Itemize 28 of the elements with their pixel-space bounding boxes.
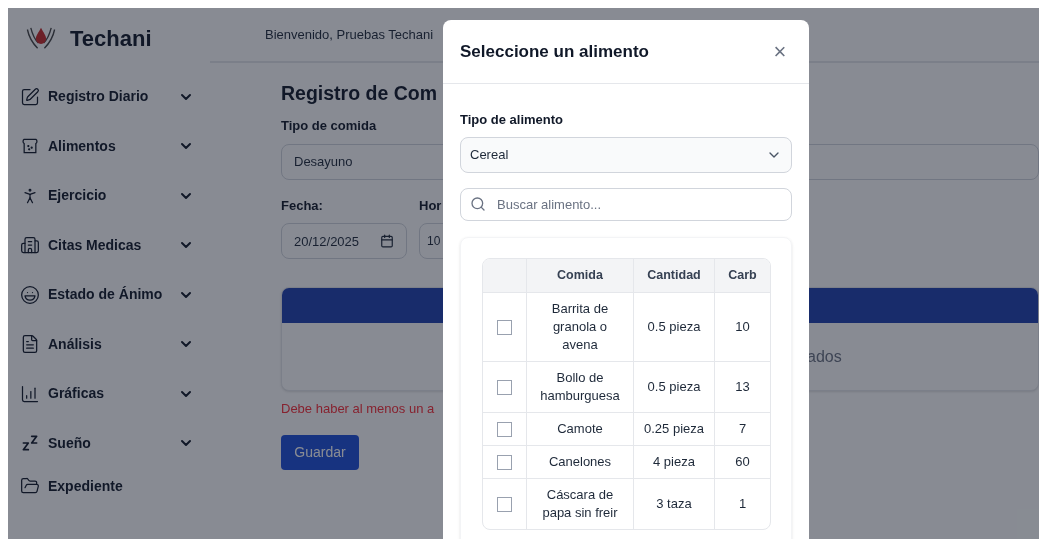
table-cell: 3 taza	[633, 477, 714, 529]
field-label: Hor	[419, 196, 442, 215]
table-cell: 1	[714, 477, 770, 529]
column-header: Carb	[714, 258, 770, 292]
modal-title: Seleccione un alimento	[460, 40, 649, 63]
page-title: Registro de Com	[281, 81, 439, 106]
table-cell: 0.5 pieza	[633, 291, 714, 361]
error-text: Debe haber al menos un a	[281, 400, 435, 419]
brand-name: Techani	[70, 24, 152, 53]
table-cell: Cáscara de papa sin freir	[526, 477, 633, 529]
field-label: Fecha:	[281, 196, 323, 215]
table-cell: 4 pieza	[633, 444, 714, 478]
table-cell: Barrita de granola o avena	[526, 291, 633, 361]
table-cell: 0.25 pieza	[633, 411, 714, 445]
table-cell: Bollo de hamburguesa	[526, 360, 633, 412]
table-cell: 13	[714, 360, 770, 412]
table-cell: Camote	[526, 411, 633, 445]
table-cell: 0.5 pieza	[633, 360, 714, 412]
column-header: Comida	[526, 258, 633, 292]
field-label: Tipo de alimento	[460, 111, 564, 129]
column-header: Cantidad	[633, 258, 714, 292]
card-text: ados	[807, 346, 842, 367]
table-cell: Canelones	[526, 444, 633, 478]
table-cell: 7	[714, 411, 770, 445]
greeting-text: Bienvenido, Pruebas Techani	[265, 25, 434, 44]
table-cell: 10	[714, 291, 770, 361]
field-label: Tipo de comida	[281, 117, 377, 136]
table-cell: 60	[714, 444, 770, 478]
